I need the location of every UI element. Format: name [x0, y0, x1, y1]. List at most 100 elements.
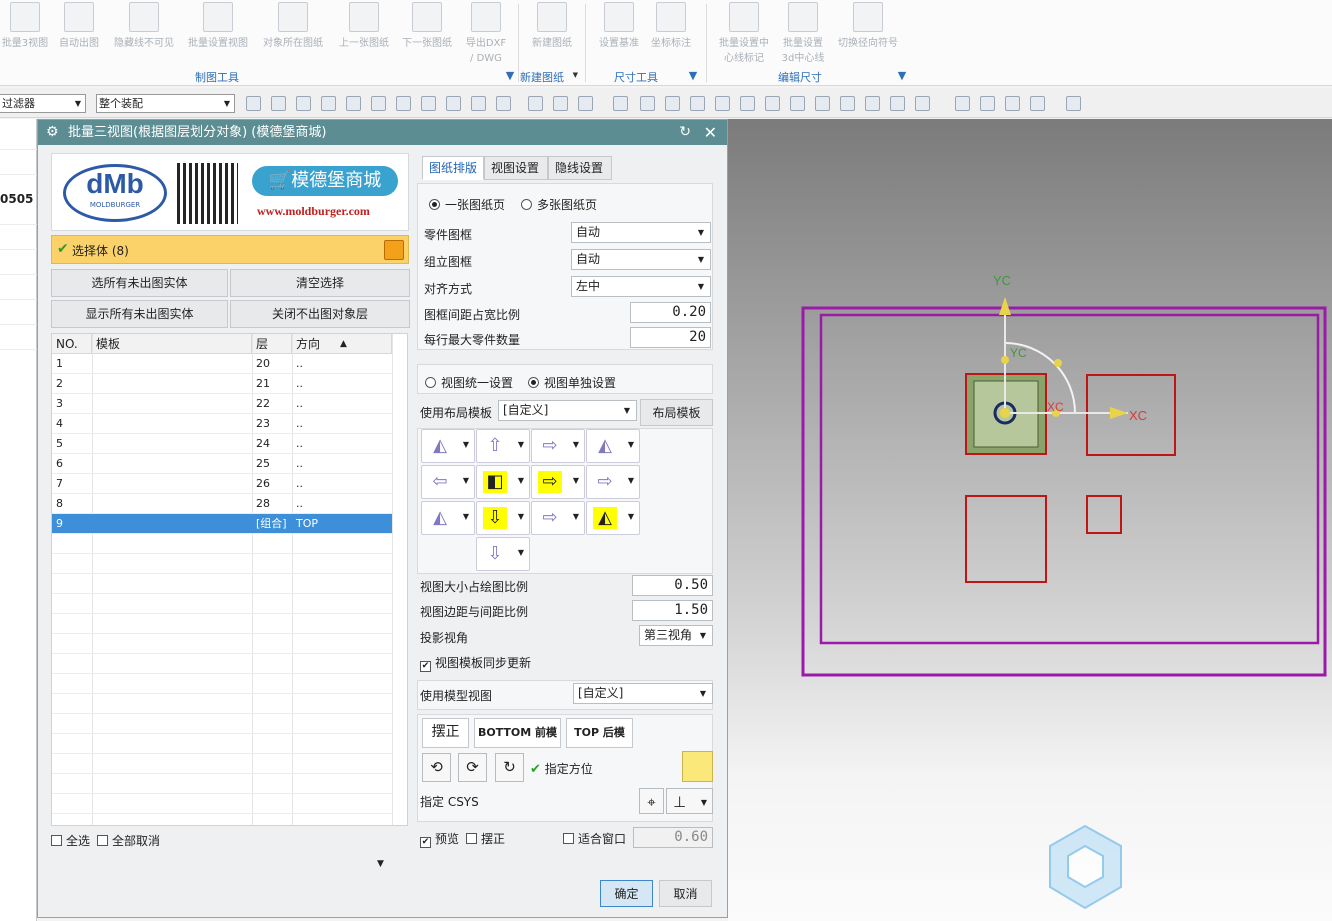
frame-spacing-input[interactable]: 0.20: [630, 302, 711, 323]
toolbar-tool-icon[interactable]: [1066, 96, 1081, 111]
table-row[interactable]: [52, 754, 392, 774]
table-row[interactable]: [52, 534, 392, 554]
table-row[interactable]: 9 [组合] TOP: [52, 514, 392, 534]
toolbar-tool-icon[interactable]: [246, 96, 261, 111]
cancel-button[interactable]: 取消: [659, 880, 712, 907]
table-row[interactable]: [52, 774, 392, 794]
toolbar-tool-icon[interactable]: [865, 96, 880, 111]
toolbar-tool-icon[interactable]: [765, 96, 780, 111]
toolbar-tool-icon[interactable]: [271, 96, 286, 111]
toolbar-tool-icon[interactable]: [553, 96, 568, 111]
toolbar-tool-icon[interactable]: [396, 96, 411, 111]
group-dd[interactable]: ▼: [500, 69, 520, 82]
part-frame-select[interactable]: 自动 ▼: [571, 222, 711, 243]
view-cell-2[interactable]: ⇧ ▼: [476, 429, 530, 463]
view-margin-input[interactable]: 1.50: [632, 600, 713, 621]
projection-select[interactable]: 第三视角 ▼: [639, 625, 713, 646]
assembly-select[interactable]: 整个装配 ▼: [96, 94, 235, 113]
new-sheet-button[interactable]: 新建图纸: [521, 2, 583, 51]
filter-select[interactable]: 过滤器 ▼: [0, 94, 86, 113]
toolbar-tool-icon[interactable]: [446, 96, 461, 111]
group-new-sheet[interactable]: 新建图纸 ▼: [520, 69, 578, 85]
preview-checkbox[interactable]: ✔ 预览: [420, 830, 459, 848]
single-sheet-radio[interactable]: 一张图纸页: [429, 196, 505, 213]
table-row[interactable]: [52, 554, 392, 574]
close-icon[interactable]: ✕: [704, 120, 717, 145]
table-row[interactable]: [52, 674, 392, 694]
group-edit-dim[interactable]: 编辑尺寸: [778, 69, 822, 85]
tab-view-settings[interactable]: 视图设置: [484, 156, 548, 180]
auto-drawing-button[interactable]: 自动出图: [48, 2, 110, 51]
table-row[interactable]: [52, 714, 392, 734]
view-cell-7[interactable]: ⇨ ▼: [531, 465, 585, 499]
table-row[interactable]: 8 28..: [52, 494, 392, 514]
clear-selection-button[interactable]: 清空选择: [230, 269, 410, 297]
toolbar-tool-icon[interactable]: [346, 96, 361, 111]
col-layer[interactable]: 层: [252, 334, 292, 354]
export-dxf-button[interactable]: 导出DXF / DWG: [455, 2, 517, 66]
col-no[interactable]: NO.: [52, 334, 92, 354]
col-direction[interactable]: 方向 ▲: [292, 334, 392, 354]
orientation-csys-icon[interactable]: [682, 751, 713, 782]
coordinate-dim-button[interactable]: 坐标标注: [640, 2, 702, 51]
toolbar-tool-icon[interactable]: [640, 96, 655, 111]
view-cell-13[interactable]: ⇩ ▼: [476, 537, 530, 571]
toolbar-tool-icon[interactable]: [496, 96, 511, 111]
table-row[interactable]: 5 24..: [52, 434, 392, 454]
select-all-unexported-button[interactable]: 选所有未出图实体: [51, 269, 228, 297]
group-dd[interactable]: ▼: [895, 69, 909, 82]
batch-3d-centerline-button[interactable]: 批量设置 3d中心线: [774, 2, 832, 66]
toolbar-tool-icon[interactable]: [790, 96, 805, 111]
toolbar-tool-icon[interactable]: [955, 96, 970, 111]
toolbar-tool-icon[interactable]: [980, 96, 995, 111]
specify-orientation[interactable]: ✔ 指定方位: [530, 760, 593, 777]
toolbar-tool-icon[interactable]: [890, 96, 905, 111]
toolbar-tool-icon[interactable]: [665, 96, 680, 111]
next-sheet-button[interactable]: 下一张图纸: [396, 2, 458, 51]
rotate-y-icon[interactable]: ⟳: [458, 753, 487, 782]
toolbar-tool-icon[interactable]: [815, 96, 830, 111]
asm-frame-select[interactable]: 自动 ▼: [571, 249, 711, 270]
table-row[interactable]: 6 25..: [52, 454, 392, 474]
view-separate-radio[interactable]: 视图单独设置: [528, 374, 616, 391]
view-cell-4[interactable]: ◭ ▼: [586, 429, 640, 463]
tab-hidden-line[interactable]: 隐线设置: [548, 156, 612, 180]
toolbar-tool-icon[interactable]: [1005, 96, 1020, 111]
prev-sheet-button[interactable]: 上一张图纸: [333, 2, 395, 51]
view-cell-8[interactable]: ⇨ ▼: [586, 465, 640, 499]
layout-template-button[interactable]: 布局模板: [640, 399, 713, 426]
toolbar-tool-icon[interactable]: [321, 96, 336, 111]
table-row[interactable]: 2 21..: [52, 374, 392, 394]
expand-chevron-down-icon[interactable]: ▼: [377, 859, 384, 869]
object-sheet-button[interactable]: 对象所在图纸: [257, 2, 329, 51]
view-cell-11[interactable]: ⇨ ▼: [531, 501, 585, 535]
toolbar-tool-icon[interactable]: [371, 96, 386, 111]
view-cell-10[interactable]: ⇩ ▼: [476, 501, 530, 535]
group-drawing-tools[interactable]: 制图工具: [195, 69, 239, 85]
view-cell-1[interactable]: ◭ ▼: [421, 429, 475, 463]
toolbar-tool-icon[interactable]: [296, 96, 311, 111]
table-row[interactable]: [52, 654, 392, 674]
group-dim-tools[interactable]: 尺寸工具: [614, 69, 658, 85]
select-body-row[interactable]: ✔ 选择体 (8): [51, 235, 409, 264]
toolbar-tool-icon[interactable]: [840, 96, 855, 111]
top-back-mold-button[interactable]: TOP 后模: [566, 718, 633, 748]
object-table[interactable]: NO. 模板 层 方向 ▲ 1 20.. 2 21.. 3 22.. 4 23.. 5 24.. 6 2…: [51, 333, 408, 826]
view-unified-radio[interactable]: 视图统一设置: [425, 374, 513, 391]
multi-sheet-radio[interactable]: 多张图纸页: [521, 196, 597, 213]
preview-straighten-checkbox[interactable]: 摆正: [466, 830, 505, 847]
select-all-checkbox[interactable]: 全选: [51, 832, 90, 849]
switch-radial-button[interactable]: 切换径向符号: [832, 2, 904, 51]
batch-view-setting-button[interactable]: 批量设置视图: [182, 2, 254, 51]
layout-template-select[interactable]: [自定义] ▼: [498, 400, 637, 421]
toolbar-tool-icon[interactable]: [715, 96, 730, 111]
view-cell-5[interactable]: ⇦ ▼: [421, 465, 475, 499]
table-row[interactable]: 7 26..: [52, 474, 392, 494]
table-row[interactable]: [52, 574, 392, 594]
toolbar-tool-icon[interactable]: [421, 96, 436, 111]
show-all-unexported-button[interactable]: 显示所有未出图实体: [51, 300, 228, 328]
graphics-viewport[interactable]: YC XC YC XC: [728, 119, 1332, 921]
table-row[interactable]: [52, 614, 392, 634]
table-row[interactable]: [52, 594, 392, 614]
straighten-button[interactable]: 摆正: [422, 718, 469, 748]
